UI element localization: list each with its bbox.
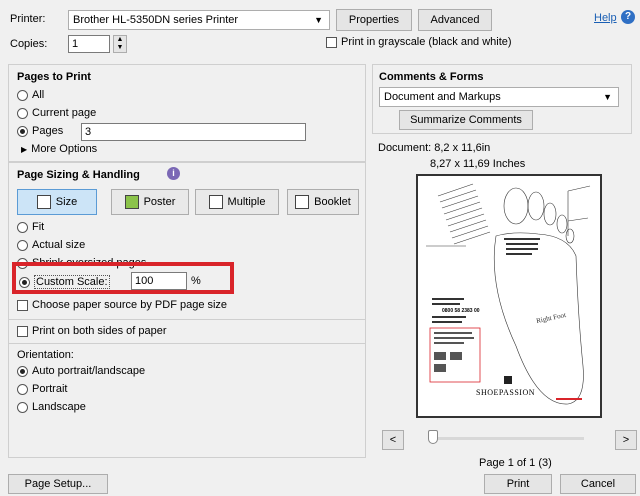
page-size: 8,27 x 11,69 Inches — [430, 158, 526, 170]
prev-page-button[interactable]: < — [382, 430, 404, 450]
percent-label: % — [191, 275, 201, 287]
poster-icon — [124, 195, 139, 209]
actual-size-label: Actual size — [32, 239, 86, 251]
more-options-toggle[interactable]: ▶ More Options — [21, 143, 97, 155]
all-option[interactable]: All — [17, 89, 44, 101]
multiple-tab-button[interactable]: Multiple — [195, 189, 279, 215]
orientation-title: Orientation: — [17, 349, 74, 361]
page-slider-thumb[interactable] — [428, 430, 438, 444]
comments-forms-panel: Comments & Forms Document and Markups ▼ … — [372, 64, 632, 134]
comments-forms-title: Comments & Forms — [379, 71, 484, 83]
page-sizing-title: Page Sizing & Handling — [17, 169, 140, 181]
comments-select[interactable]: Document and Markups ▼ — [379, 87, 619, 107]
current-page-radio[interactable] — [17, 107, 28, 119]
fit-option[interactable]: Fit — [17, 221, 44, 233]
size-tab-button[interactable]: Size — [17, 189, 97, 215]
cancel-button[interactable]: Cancel — [560, 474, 636, 494]
printer-select-value: Brother HL-5350DN series Printer — [73, 14, 239, 26]
pages-to-print-title: Pages to Print — [17, 71, 91, 83]
paper-source-label: Choose paper source by PDF page size — [32, 299, 228, 311]
size-tab-label: Size — [55, 196, 78, 208]
current-page-option[interactable]: Current page — [17, 107, 96, 119]
custom-scale-radio[interactable] — [19, 276, 30, 288]
poster-tab-button[interactable]: Poster — [111, 189, 189, 215]
custom-scale-option[interactable]: Custom Scale: — [19, 275, 110, 289]
divider — [9, 319, 365, 320]
pages-radio[interactable] — [17, 125, 28, 137]
all-radio[interactable] — [17, 89, 28, 101]
advanced-button[interactable]: Advanced — [418, 9, 492, 31]
paper-source-checkbox[interactable] — [17, 299, 28, 311]
chevron-down-icon: ▼ — [314, 15, 323, 25]
landscape-option[interactable]: Landscape — [17, 401, 86, 413]
grayscale-checkbox[interactable] — [326, 36, 337, 48]
landscape-radio[interactable] — [17, 401, 28, 413]
phone-line: 0800 58 2383 00 — [442, 308, 480, 314]
grayscale-label: Print in grayscale (black and white) — [341, 36, 512, 48]
copies-stepper[interactable]: ▲ ▼ — [113, 35, 127, 53]
size-icon — [36, 195, 51, 209]
chevron-down-icon: ▼ — [603, 92, 612, 102]
portrait-label: Portrait — [32, 383, 68, 395]
portrait-option[interactable]: Portrait — [17, 383, 67, 395]
custom-scale-label: Custom Scale: — [34, 275, 110, 289]
pages-input[interactable]: 3 — [81, 123, 306, 141]
pages-option[interactable]: Pages — [17, 125, 63, 137]
more-options-label: More Options — [31, 143, 98, 155]
help-icon[interactable]: ? — [621, 10, 635, 24]
both-sides-checkbox[interactable] — [17, 325, 28, 337]
page-counter: Page 1 of 1 (3) — [479, 457, 552, 469]
fit-radio[interactable] — [17, 221, 28, 233]
actual-size-option[interactable]: Actual size — [17, 239, 85, 251]
shrink-label: Shrink oversized pages — [32, 257, 147, 269]
shrink-option[interactable]: Shrink oversized pages — [17, 257, 146, 269]
page-setup-button[interactable]: Page Setup... — [8, 474, 108, 494]
portrait-radio[interactable] — [17, 383, 28, 395]
page-sizing-panel: Page Sizing & Handling i Size Poster Mul… — [8, 162, 366, 458]
current-page-label: Current page — [32, 107, 97, 119]
actual-size-radio[interactable] — [17, 239, 28, 251]
summarize-comments-button[interactable]: Summarize Comments — [399, 110, 533, 130]
next-page-button[interactable]: > — [615, 430, 637, 450]
multiple-tab-label: Multiple — [227, 196, 266, 208]
page-slider-track[interactable] — [432, 437, 584, 440]
brand-logo: SHOEPASSION — [476, 388, 535, 397]
auto-orientation-radio[interactable] — [17, 365, 28, 377]
page-preview: Right Foot 0800 58 2383 00 SHOEPASSION — [416, 174, 602, 418]
footprint-illustration — [426, 183, 591, 405]
custom-scale-input[interactable]: 100 — [131, 272, 187, 290]
printer-label: Printer: — [10, 13, 46, 25]
copies-label: Copies: — [10, 38, 48, 50]
fit-label: Fit — [32, 221, 45, 233]
booklet-icon — [295, 195, 310, 209]
shrink-radio[interactable] — [17, 257, 28, 269]
grayscale-option[interactable]: Print in grayscale (black and white) — [326, 36, 512, 48]
both-sides-option[interactable]: Print on both sides of paper — [17, 325, 167, 337]
paper-source-option[interactable]: Choose paper source by PDF page size — [17, 299, 227, 311]
copies-input[interactable]: 1 — [68, 35, 110, 53]
multiple-pages-icon — [208, 195, 223, 209]
properties-button[interactable]: Properties — [336, 9, 412, 31]
all-label: All — [32, 89, 45, 101]
booklet-tab-label: Booklet — [314, 196, 351, 208]
pages-label: Pages — [32, 125, 64, 137]
both-sides-label: Print on both sides of paper — [32, 325, 167, 337]
printer-select[interactable]: Brother HL-5350DN series Printer ▼ — [68, 10, 330, 30]
info-icon[interactable]: i — [167, 167, 180, 180]
comments-select-value: Document and Markups — [384, 91, 501, 103]
auto-orientation-label: Auto portrait/landscape — [32, 365, 146, 377]
pages-to-print-panel: Pages to Print All Current page Pages 3 … — [8, 64, 366, 162]
poster-tab-label: Poster — [143, 196, 176, 208]
landscape-label: Landscape — [32, 401, 86, 413]
divider — [9, 343, 365, 344]
triangle-right-icon: ▶ — [21, 144, 28, 154]
auto-orientation-option[interactable]: Auto portrait/landscape — [17, 365, 145, 377]
booklet-tab-button[interactable]: Booklet — [287, 189, 359, 215]
help-link[interactable]: Help — [594, 12, 617, 24]
print-button[interactable]: Print — [484, 474, 552, 494]
document-size: Document: 8,2 x 11,6in — [378, 142, 491, 154]
